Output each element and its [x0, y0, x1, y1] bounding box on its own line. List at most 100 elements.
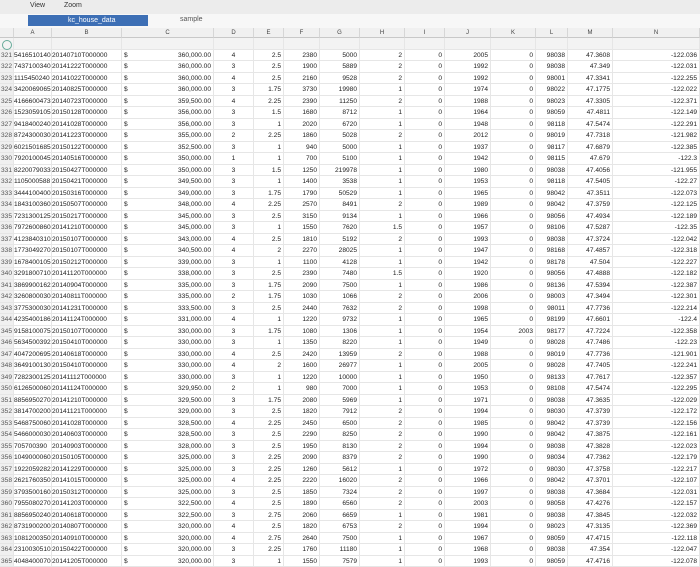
- cell-bath[interactable]: 2.25: [254, 418, 284, 430]
- cell-lot[interactable]: 3538: [320, 176, 360, 188]
- cell-fl[interactable]: 2: [360, 303, 405, 315]
- cell-bed[interactable]: 3: [214, 280, 254, 292]
- cell-fl[interactable]: 2: [360, 429, 405, 441]
- cell-date[interactable]: 20150105T000000: [52, 452, 122, 464]
- cell-ren[interactable]: 0: [491, 96, 536, 108]
- cell-zip[interactable]: 98133: [536, 372, 568, 384]
- row-number[interactable]: 357: [0, 464, 14, 476]
- table-row[interactable]: 332110500058820150421T000000$349,500.003…: [0, 176, 700, 188]
- cell-zip[interactable]: 98042: [536, 418, 568, 430]
- cell-sqft[interactable]: 2060: [284, 510, 320, 522]
- table-row[interactable]: 339167840010520150212T000000$339,000.003…: [0, 257, 700, 269]
- cell-sqft[interactable]: 1760: [284, 544, 320, 556]
- row-number[interactable]: 321: [0, 50, 14, 62]
- cell-id[interactable]: 3793500160: [14, 487, 52, 499]
- cell-yr[interactable]: [445, 38, 491, 50]
- cell-sqft[interactable]: 2440: [284, 303, 320, 315]
- cell-id[interactable]: 8856950240: [14, 510, 52, 522]
- cell-sqft[interactable]: 1350: [284, 337, 320, 349]
- cell-bath[interactable]: 2.5: [254, 429, 284, 441]
- row-number[interactable]: 333: [0, 188, 14, 200]
- cell-price[interactable]: $330,000.00: [122, 349, 214, 361]
- cell-lat[interactable]: 47.1775: [568, 84, 613, 96]
- cell-lot[interactable]: 8130: [320, 441, 360, 453]
- cell-long[interactable]: -122.179: [613, 452, 700, 464]
- row-number[interactable]: 325: [0, 96, 14, 108]
- cell-fl[interactable]: 1: [360, 464, 405, 476]
- cell-ren[interactable]: 0: [491, 130, 536, 142]
- cell-ren[interactable]: 0: [491, 464, 536, 476]
- cell-zip[interactable]: 98038: [536, 61, 568, 73]
- cell-bath[interactable]: 1.75: [254, 291, 284, 303]
- cell-price[interactable]: $333,500.00: [122, 303, 214, 315]
- table-row[interactable]: 323111545024020141022T000000$360,000.004…: [0, 73, 700, 85]
- cell-id[interactable]: 6126500060: [14, 383, 52, 395]
- cell-wf[interactable]: 0: [405, 188, 445, 200]
- column-header[interactable]: N: [613, 28, 700, 38]
- cell-long[interactable]: -122.371: [613, 96, 700, 108]
- cell-fl[interactable]: 1: [360, 326, 405, 338]
- table-row[interactable]: 340329180071020141120T000000$338,000.003…: [0, 268, 700, 280]
- cell-date[interactable]: 20140910T000000: [52, 533, 122, 545]
- cell-id[interactable]: 8731900200: [14, 521, 52, 533]
- cell-long[interactable]: -122.318: [613, 245, 700, 257]
- cell-date[interactable]: 20141120T000000: [52, 268, 122, 280]
- cell-yr[interactable]: 1997: [445, 487, 491, 499]
- cell-long[interactable]: -122.118: [613, 533, 700, 545]
- cell-ren[interactable]: 0: [491, 475, 536, 487]
- cell-fl[interactable]: 2: [360, 498, 405, 510]
- cell-zip[interactable]: 98038: [536, 487, 568, 499]
- cell-sqft[interactable]: 700: [284, 153, 320, 165]
- table-row[interactable]: 363108120035020140910T000000$320,000.004…: [0, 533, 700, 545]
- cell-zip[interactable]: 98038: [536, 544, 568, 556]
- cell-fl[interactable]: 1: [360, 153, 405, 165]
- table-row[interactable]: 322743710034020141222T000000$360,000.003…: [0, 61, 700, 73]
- cell-long[interactable]: -122.3: [613, 153, 700, 165]
- cell-price[interactable]: $331,000.00: [122, 314, 214, 326]
- cell-lot[interactable]: 19980: [320, 84, 360, 96]
- cell-id[interactable]: 3869900162: [14, 280, 52, 292]
- cell-lat[interactable]: 47.6879: [568, 142, 613, 154]
- table-row[interactable]: [0, 38, 700, 50]
- cell-sqft[interactable]: 2270: [284, 245, 320, 257]
- cell-zip[interactable]: 98042: [536, 199, 568, 211]
- cell-yr[interactable]: 1994: [445, 521, 491, 533]
- cell-zip[interactable]: 98023: [536, 521, 568, 533]
- cell-lat[interactable]: 47.354: [568, 544, 613, 556]
- cell-zip[interactable]: 98117: [536, 142, 568, 154]
- cell-lat[interactable]: 47.7224: [568, 326, 613, 338]
- cell-wf[interactable]: 0: [405, 383, 445, 395]
- cell-sqft[interactable]: 1850: [284, 487, 320, 499]
- cell-ren[interactable]: 0: [491, 314, 536, 326]
- cell-price[interactable]: $320,000.00: [122, 533, 214, 545]
- cell-zip[interactable]: 98118: [536, 119, 568, 131]
- cell-price[interactable]: $350,000.00: [122, 153, 214, 165]
- cell-yr[interactable]: 1964: [445, 107, 491, 119]
- cell-sqft[interactable]: 1890: [284, 498, 320, 510]
- cell-long[interactable]: -121.982: [613, 130, 700, 142]
- cell-lat[interactable]: 47.3494: [568, 291, 613, 303]
- cell-fl[interactable]: 2: [360, 452, 405, 464]
- cell-bed[interactable]: 3: [214, 188, 254, 200]
- cell-long[interactable]: -122.27: [613, 176, 700, 188]
- cell-wf[interactable]: 0: [405, 487, 445, 499]
- table-row[interactable]: 328872430003020141223T000000$355,000.002…: [0, 130, 700, 142]
- cell-price[interactable]: $345,000.00: [122, 222, 214, 234]
- cell-ren[interactable]: 0: [491, 142, 536, 154]
- cell-ren[interactable]: 0: [491, 188, 536, 200]
- cell-zip[interactable]: 98118: [536, 176, 568, 188]
- table-row[interactable]: 353546875006020141028T000000$328,500.004…: [0, 418, 700, 430]
- row-number[interactable]: 348: [0, 360, 14, 372]
- cell-lat[interactable]: 47.3684: [568, 487, 613, 499]
- cell-bed[interactable]: 4: [214, 73, 254, 85]
- cell-lot[interactable]: 5889: [320, 61, 360, 73]
- cell-date[interactable]: 20140618T000000: [52, 349, 122, 361]
- cell-lot[interactable]: 4128: [320, 257, 360, 269]
- cell-price[interactable]: $325,000.00: [122, 487, 214, 499]
- column-header[interactable]: I: [405, 28, 445, 38]
- cell-fl[interactable]: 1: [360, 257, 405, 269]
- cell-lat[interactable]: 47.3341: [568, 73, 613, 85]
- cell-date[interactable]: 20140723T000000: [52, 96, 122, 108]
- cell-long[interactable]: -122.214: [613, 303, 700, 315]
- cell-price[interactable]: $343,000.00: [122, 234, 214, 246]
